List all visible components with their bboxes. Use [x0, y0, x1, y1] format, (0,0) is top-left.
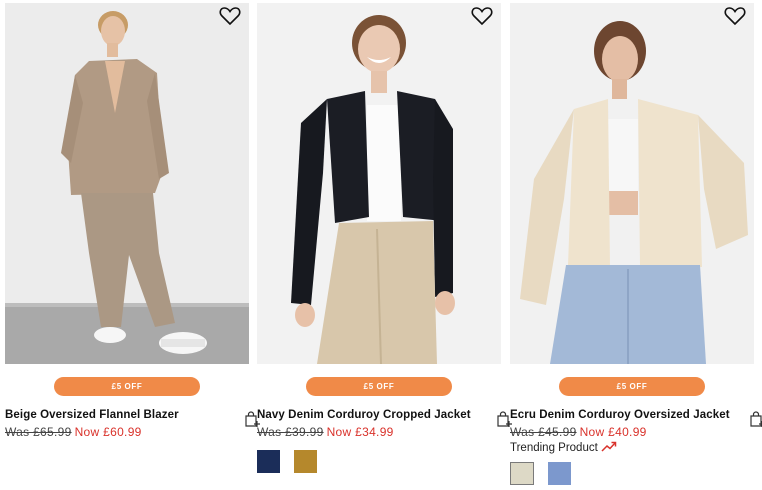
- trending-up-icon: [601, 440, 617, 455]
- trending-text: Trending Product: [510, 441, 598, 454]
- product-card[interactable]: £5 OFF Navy Denim Corduroy Cropped Jacke…: [257, 0, 512, 490]
- product-card[interactable]: £5 OFF Ecru Denim Corduroy Oversized Jac…: [510, 0, 762, 490]
- product-name[interactable]: Navy Denim Corduroy Cropped Jacket: [257, 409, 471, 421]
- product-image[interactable]: [5, 3, 249, 364]
- product-image[interactable]: [257, 3, 501, 364]
- color-swatch-light-blue[interactable]: [548, 462, 571, 485]
- discount-badge: £5 OFF: [54, 377, 200, 396]
- was-price: Was £45.99: [510, 425, 577, 439]
- price-row: Was £65.99 Now £60.99: [5, 425, 142, 439]
- product-image[interactable]: [510, 3, 754, 364]
- price-row: Was £45.99 Now £40.99: [510, 425, 647, 439]
- now-price: Now £60.99: [74, 425, 142, 439]
- now-price: Now £34.99: [326, 425, 394, 439]
- add-to-bag-icon[interactable]: [748, 410, 762, 428]
- color-swatch-ecru[interactable]: [510, 462, 534, 485]
- was-price: Was £39.99: [257, 425, 324, 439]
- price-row: Was £39.99 Now £34.99: [257, 425, 394, 439]
- color-swatch-mustard[interactable]: [294, 450, 317, 473]
- product-name[interactable]: Beige Oversized Flannel Blazer: [5, 409, 179, 421]
- now-price: Now £40.99: [579, 425, 647, 439]
- color-swatch-navy[interactable]: [257, 450, 280, 473]
- trending-label: Trending Product: [510, 440, 617, 455]
- wishlist-heart-icon[interactable]: [471, 6, 493, 26]
- discount-badge: £5 OFF: [306, 377, 452, 396]
- product-card[interactable]: £5 OFF Beige Oversized Flannel Blazer Wa…: [5, 0, 260, 490]
- was-price: Was £65.99: [5, 425, 72, 439]
- wishlist-heart-icon[interactable]: [219, 6, 241, 26]
- product-name[interactable]: Ecru Denim Corduroy Oversized Jacket: [510, 409, 730, 421]
- wishlist-heart-icon[interactable]: [724, 6, 746, 26]
- discount-badge: £5 OFF: [559, 377, 705, 396]
